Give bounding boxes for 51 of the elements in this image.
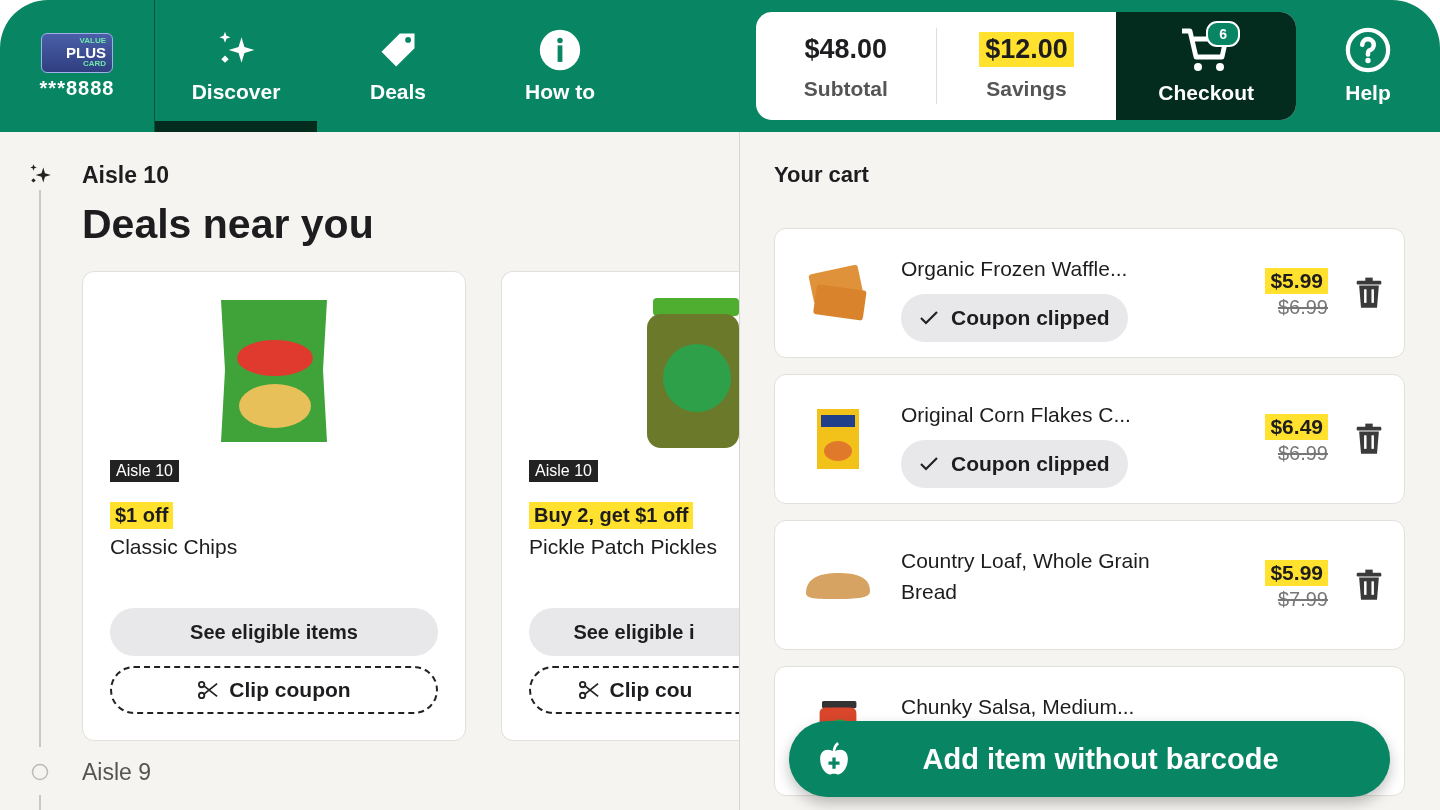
add-item-button[interactable]: Add item without barcode [789,721,1390,797]
cart-count-badge: 6 [1206,21,1241,47]
scissors-icon [577,680,600,701]
aisle-label: Aisle 10 [82,161,169,189]
clip-coupon-button[interactable]: Clip coupon [110,666,438,715]
original-price: $7.99 [1277,587,1328,611]
card-logo: VALUE PLUS CARD [41,32,113,73]
offer-label: $1 off [110,502,174,530]
waffle-drawing [807,265,869,321]
item-name: Original Corn Flakes C... [901,402,1132,428]
card-number: ***8888 [39,76,115,100]
check-icon [919,456,939,472]
cereal-box-drawing [815,407,861,471]
see-eligible-items-button[interactable]: See eligible i [529,608,739,657]
section-title: Deals near you [82,200,375,249]
sale-price: $5.99 [1265,559,1328,586]
subtotal-label: Subtotal [803,76,888,101]
sale-price: $5.99 [1265,267,1328,294]
product-name: Pickle Patch Pickles [529,535,718,560]
help-icon [1345,27,1391,73]
nav-tab[interactable]: Deals [317,0,479,132]
checkout-button[interactable]: 6 Checkout [1116,12,1296,120]
clip-coupon-button[interactable]: Clip cou [529,666,739,715]
item-name: Country Loaf, Whole Grain Bread [901,548,1151,605]
original-price: $6.99 [1277,295,1328,319]
see-eligible-items-button[interactable]: See eligible items [110,608,438,657]
check-icon [919,310,939,326]
trash-icon[interactable] [1354,423,1384,455]
apple-plus-icon [817,741,851,777]
product-name: Classic Chips [110,535,239,560]
coupon-clipped-chip: Coupon clipped [901,294,1128,342]
savings-label: Savings [986,76,1067,101]
cart-title: Your cart [774,161,870,189]
savings-amount: $12.00 [979,31,1074,67]
sale-price: $6.49 [1265,413,1328,440]
nav-tab[interactable]: How to [479,0,641,132]
subtotal-amount: $48.00 [803,32,889,66]
item-name: Chunky Salsa, Medium... [901,694,1136,720]
scissors-icon [197,680,220,701]
trash-icon[interactable] [1354,277,1384,309]
aisle-label: Aisle 9 [82,758,152,786]
original-price: $6.99 [1277,441,1328,465]
coupon-clipped-chip: Coupon clipped [901,440,1128,488]
item-name: Organic Frozen Waffle... [901,256,1129,282]
circle-marker-icon [31,763,49,782]
aisle-tag: Aisle 10 [529,460,598,483]
info-icon [538,27,582,72]
offer-label: Buy 2, get $1 off [529,502,694,530]
trash-icon[interactable] [1354,569,1384,601]
aisle-tag: Aisle 10 [110,460,179,483]
help-button[interactable]: Help [1296,0,1440,132]
